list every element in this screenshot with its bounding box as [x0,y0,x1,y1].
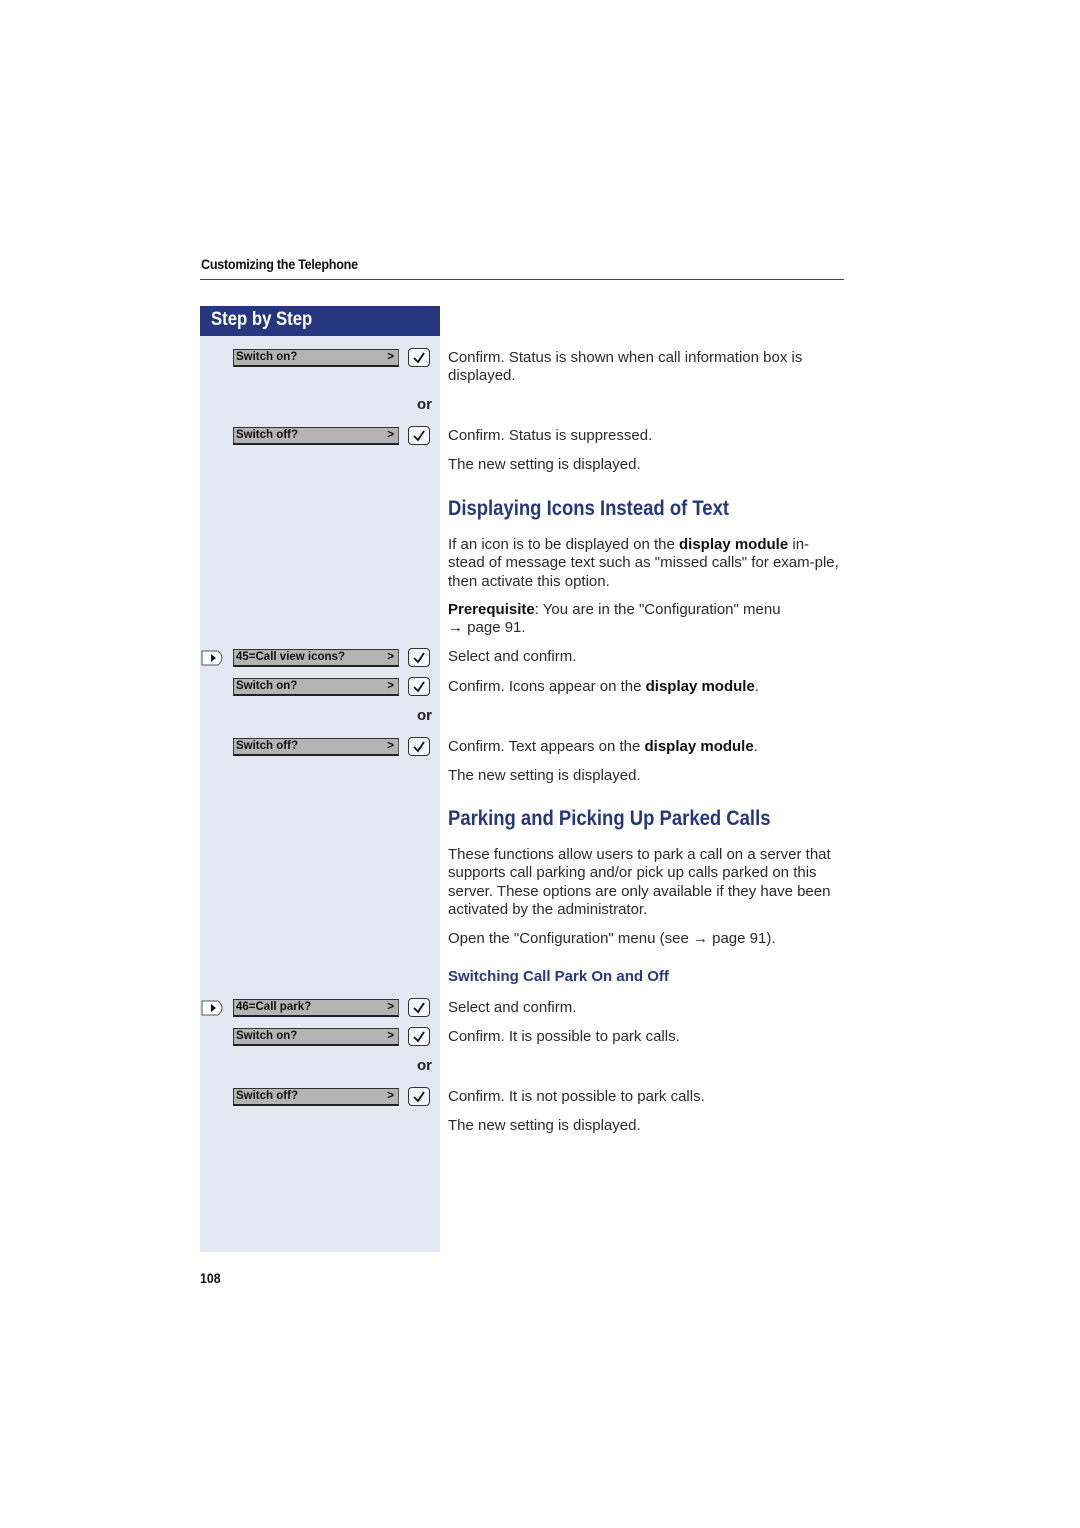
display-switch-off[interactable]: Switch off? > [233,1088,399,1106]
desc-text: . [754,678,759,695]
subsection-title: Switching Call Park On and Off [448,968,669,985]
navigation-key-icon[interactable] [201,650,227,666]
display-label: Switch on? [236,1030,298,1042]
step-by-step-title: Step by Step [211,309,313,330]
display-label: Switch on? [236,351,298,363]
step-description: Confirm. It is possible to park calls. [448,1028,680,1045]
step-by-step-column [200,336,440,1252]
arrow-right-icon: > [387,351,394,363]
display-label: 46=Call park? [236,1001,312,1013]
step-row: Switch on? > [200,1026,440,1048]
page-reference-link[interactable]: → page 91. [448,619,526,636]
display-call-view-icons[interactable]: 45=Call view icons? > [233,649,399,667]
display-switch-off[interactable]: Switch off? > [233,427,399,445]
display-switch-on[interactable]: Switch on? > [233,678,399,696]
step-row: 45=Call view icons? > [200,647,440,669]
step-row: Switch off? > [200,736,440,758]
or-label: or [417,1057,432,1074]
step-description: Confirm. Icons appear on the display mod… [448,678,844,696]
intro-text: If an icon is to be displayed on the [448,536,679,553]
arrow-right-icon: > [387,651,394,663]
step-description: Confirm. Status is suppressed. [448,427,653,444]
step-description: Select and confirm. [448,999,577,1016]
desc-bold: display module [645,678,755,695]
header-divider [200,279,844,280]
ok-checkmark-icon[interactable] [408,998,430,1017]
display-label: Switch off? [236,740,298,752]
display-label: Switch off? [236,1090,298,1102]
arrow-right-icon: > [387,680,394,692]
note: The new setting is displayed. [448,767,641,784]
navigation-key-icon[interactable] [201,1000,227,1016]
ok-checkmark-icon[interactable] [408,348,430,367]
or-label: or [417,396,432,413]
ok-checkmark-icon[interactable] [408,677,430,696]
step-row: Switch off? > [200,425,440,447]
step-description: Confirm. Text appears on the display mod… [448,738,844,756]
note: The new setting is displayed. [448,456,641,473]
section-header: Customizing the Telephone [201,256,358,272]
section-title-parking: Parking and Picking Up Parked Calls [448,807,771,830]
step-description: Confirm. Status is shown when call infor… [448,349,803,385]
step-by-step-header: Step by Step [200,306,440,336]
display-switch-on[interactable]: Switch on? > [233,1028,399,1046]
ok-checkmark-icon[interactable] [408,1087,430,1106]
desc-bold: display module [644,738,754,755]
page-number: 108 [200,1270,221,1286]
open-menu-instruction: Open the "Configuration" menu (see → pag… [448,930,776,947]
ok-checkmark-icon[interactable] [408,426,430,445]
prereq-text: : You are in the "Configuration" menu [534,601,781,618]
note: The new setting is displayed. [448,1117,641,1134]
display-label: 45=Call view icons? [236,651,345,663]
or-label: or [417,707,432,724]
section-title-icons: Displaying Icons Instead of Text [448,497,730,520]
step-row: Switch off? > [200,1086,440,1108]
ok-checkmark-icon[interactable] [408,1027,430,1046]
step-description: Confirm. It is not possible to park call… [448,1088,705,1105]
arrow-right-icon: > [387,429,394,441]
display-label: Switch off? [236,429,298,441]
arrow-right-icon: > [387,740,394,752]
ok-checkmark-icon[interactable] [408,648,430,667]
display-switch-off[interactable]: Switch off? > [233,738,399,756]
display-switch-on[interactable]: Switch on? > [233,349,399,367]
arrow-right-icon: > [387,1030,394,1042]
display-call-park[interactable]: 46=Call park? > [233,999,399,1017]
prereq-label: Prerequisite [448,601,535,618]
desc-text: Confirm. Text appears on the [448,738,645,755]
step-row: 46=Call park? > [200,997,440,1019]
arrow-right-icon: > [387,1090,394,1102]
display-label: Switch on? [236,680,298,692]
desc-text: Confirm. Icons appear on the [448,678,646,695]
desc-text: . [753,738,758,755]
intro-bold: display module [678,536,789,553]
step-description: Select and confirm. [448,648,577,665]
ok-checkmark-icon[interactable] [408,737,430,756]
arrow-right-icon: > [387,1001,394,1013]
prerequisite: Prerequisite: You are in the "Configurat… [448,601,844,638]
step-row: Switch on? > [200,347,440,369]
section-intro: If an icon is to be displayed on the dis… [448,536,844,591]
step-row: Switch on? > [200,676,440,698]
section-intro: These functions allow users to park a ca… [448,846,831,918]
